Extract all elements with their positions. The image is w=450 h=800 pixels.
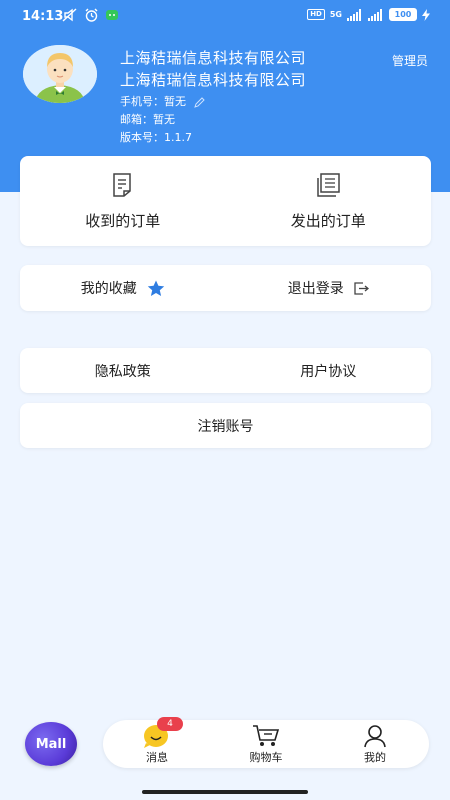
silent-mode-icon — [62, 8, 77, 22]
cancel-account-button[interactable]: 注销账号 — [20, 403, 431, 448]
cancel-account-label: 注销账号 — [197, 418, 254, 435]
home-indicator[interactable] — [142, 790, 308, 794]
battery-icon: 100 — [389, 8, 417, 21]
email-text: 邮箱：暂无 — [120, 113, 175, 126]
user-agreement-label: 用户协议 — [300, 363, 357, 380]
version-text: 版本号：1.1.7 — [120, 131, 192, 144]
user-agreement-button[interactable]: 用户协议 — [226, 348, 432, 393]
company-name-secondary: 上海秸瑞信息科技有限公司 — [120, 71, 307, 89]
user-avatar[interactable] — [23, 45, 97, 103]
logout-label: 退出登录 — [287, 281, 344, 297]
signal-icon — [347, 8, 361, 21]
nav-mine[interactable]: 我的 — [335, 720, 415, 768]
messages-badge: 4 — [157, 717, 183, 731]
nav-cart-label: 购物车 — [249, 751, 283, 764]
edit-pencil-icon[interactable] — [193, 96, 205, 108]
role-label: 管理员 — [391, 54, 428, 68]
received-order-document-icon — [113, 172, 131, 197]
favorites-label: 我的收藏 — [80, 281, 137, 297]
nav-cart[interactable]: 购物车 — [226, 720, 306, 768]
logout-arrow-icon — [354, 281, 369, 295]
star-icon — [147, 280, 164, 296]
sent-orders-button[interactable]: 发出的订单 — [226, 156, 432, 246]
shopping-cart-icon — [253, 725, 280, 746]
actions-card: 我的收藏 退出登录 — [20, 265, 431, 311]
network-label: 5G — [329, 9, 342, 19]
orders-card: 收到的订单 发出的订单 — [20, 156, 431, 246]
phone-text: 手机号：暂无 — [120, 95, 186, 108]
privacy-policy-button[interactable]: 隐私政策 — [20, 348, 226, 393]
sent-orders-label: 发出的订单 — [290, 211, 366, 230]
phone-row[interactable]: 手机号：暂无 — [120, 93, 205, 109]
mall-logo-text: Mall — [35, 736, 67, 752]
mall-logo-button[interactable]: Mall — [25, 722, 77, 766]
sent-order-documents-icon — [317, 172, 340, 197]
policies-card: 隐私政策 用户协议 — [20, 348, 431, 393]
user-profile-icon — [364, 725, 386, 748]
avatar-illustration-icon — [23, 45, 97, 103]
logout-button[interactable]: 退出登录 — [226, 265, 432, 311]
nav-messages[interactable]: 4 消息 — [117, 717, 197, 768]
status-time: 14:13 — [22, 9, 64, 24]
received-orders-button[interactable]: 收到的订单 — [20, 156, 226, 246]
status-bar: 14:13 HD 5G 100 — [0, 0, 450, 34]
nav-messages-label: 消息 — [146, 751, 168, 764]
company-name: 上海秸瑞信息科技有限公司 — [120, 49, 307, 67]
chat-app-icon — [106, 10, 118, 20]
signal-icon-2 — [368, 8, 382, 21]
received-orders-label: 收到的订单 — [85, 211, 161, 230]
hd-badge: HD — [307, 9, 325, 20]
charging-icon — [422, 8, 430, 21]
bottom-navigation: 4 消息 购物车 我的 — [103, 717, 429, 768]
privacy-policy-label: 隐私政策 — [94, 363, 151, 380]
favorites-button[interactable]: 我的收藏 — [20, 265, 226, 311]
nav-mine-label: 我的 — [364, 751, 386, 764]
alarm-icon — [85, 8, 98, 22]
